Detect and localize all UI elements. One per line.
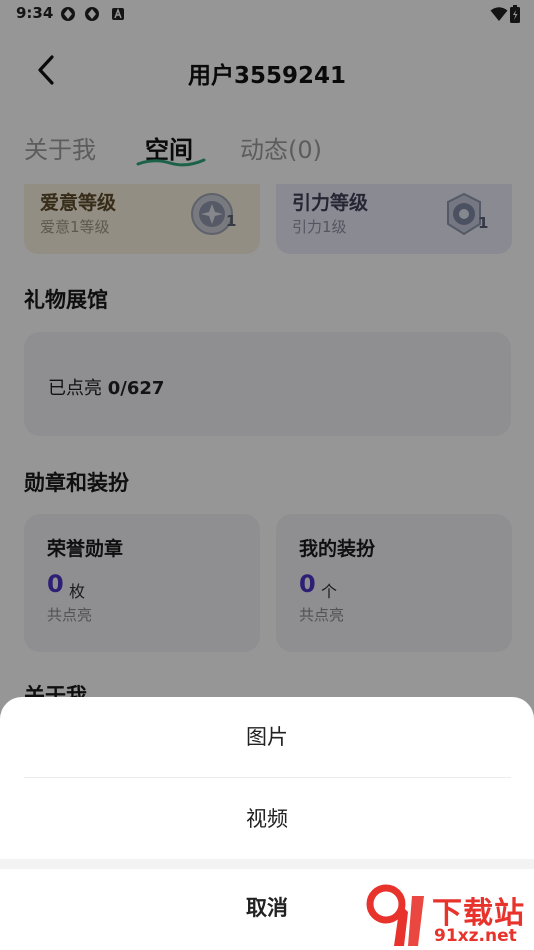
- option-divider: [24, 777, 511, 778]
- site-watermark: 下载站 91xz.net: [364, 882, 534, 950]
- option-image[interactable]: 图片: [0, 697, 534, 777]
- watermark-en-text: 91xz.net: [434, 926, 517, 946]
- option-video[interactable]: 视频: [0, 779, 534, 859]
- sheet-gap: [0, 859, 534, 869]
- watermark-logo-icon: [366, 884, 424, 946]
